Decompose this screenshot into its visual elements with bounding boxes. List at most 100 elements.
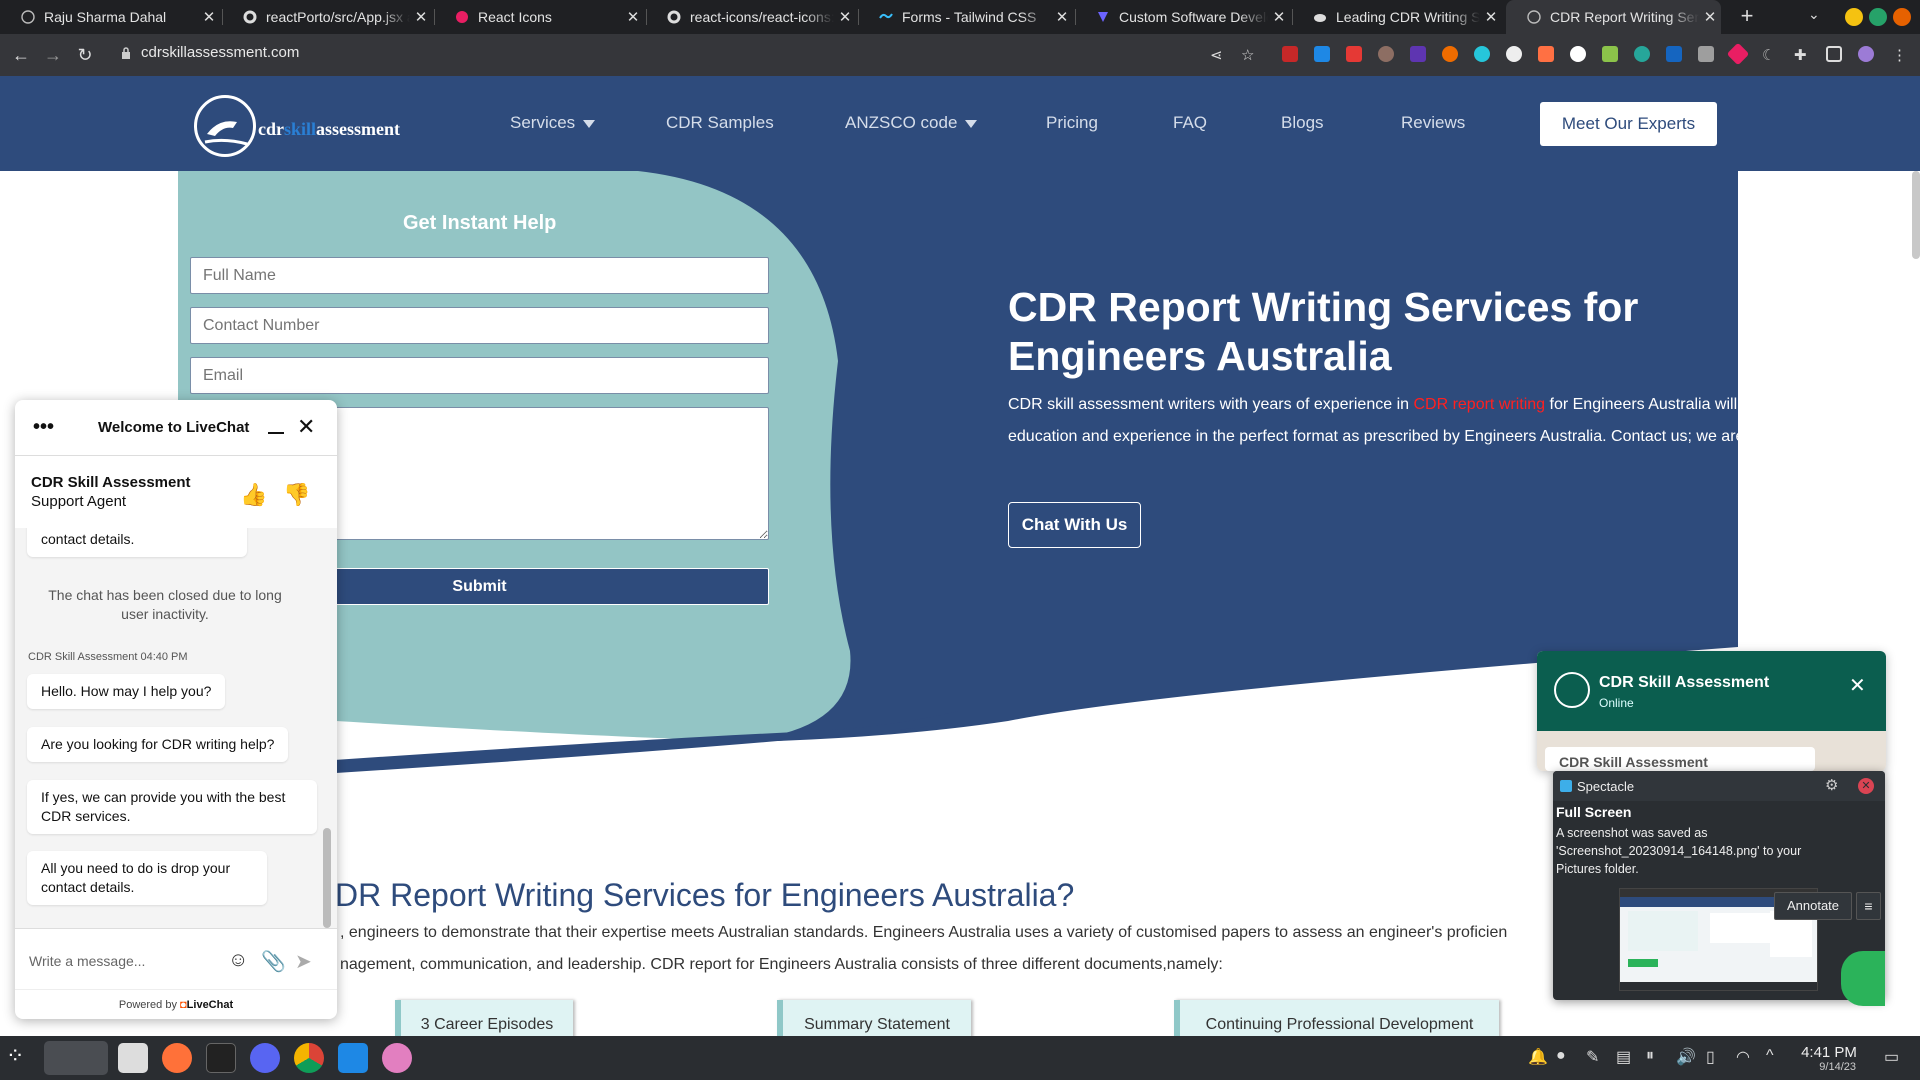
email-input[interactable] xyxy=(190,357,769,394)
media-icon[interactable]: ⏸ xyxy=(1646,1047,1654,1065)
page-scrollbar[interactable] xyxy=(1912,171,1920,259)
extension-icon[interactable] xyxy=(1314,46,1330,62)
extensions-puzzle-icon[interactable]: ✚ xyxy=(1794,46,1810,64)
nav-faq[interactable]: FAQ xyxy=(1173,113,1207,133)
discord-tray-icon[interactable]: ● xyxy=(1556,1047,1566,1065)
browser-menu-icon[interactable]: ⋮ xyxy=(1892,46,1908,64)
vscode-icon[interactable] xyxy=(338,1043,368,1073)
emoji-icon[interactable]: ☺ xyxy=(228,949,248,972)
discord-icon[interactable] xyxy=(250,1043,280,1073)
thumbs-down-icon[interactable]: 👎 xyxy=(283,482,310,508)
extension-icon[interactable] xyxy=(1410,46,1426,62)
reload-icon[interactable]: ↻ xyxy=(72,42,98,68)
new-tab-button[interactable]: + xyxy=(1733,3,1761,29)
chat-app-icon[interactable] xyxy=(382,1043,412,1073)
nav-services[interactable]: Services xyxy=(510,113,596,133)
close-icon[interactable]: ✕ xyxy=(297,414,315,440)
back-arrow-icon[interactable]: ← xyxy=(8,42,34,68)
site-logo-emblem[interactable] xyxy=(194,95,256,157)
tab-cdr-report-writing-active[interactable]: CDR Report Writing Serv ✕ xyxy=(1506,0,1721,34)
minimize-icon[interactable] xyxy=(268,432,284,434)
clock-date[interactable]: 9/14/23 xyxy=(1796,1061,1856,1073)
tab-tailwind-forms[interactable]: Forms - Tailwind CSS ✕ xyxy=(858,0,1073,34)
thumbs-up-icon[interactable]: 👍 xyxy=(240,482,267,508)
site-logo-text[interactable]: cdrskillassessment xyxy=(258,119,400,140)
tray-expand-chevron-icon[interactable]: ^ xyxy=(1766,1047,1774,1065)
battery-icon[interactable]: ▯ xyxy=(1706,1047,1715,1067)
notifications-icon[interactable]: 🔔 xyxy=(1528,1047,1548,1067)
tab-leading-cdr[interactable]: Leading CDR Writing Ser ✕ xyxy=(1292,0,1502,34)
chrome-icon[interactable] xyxy=(294,1043,324,1073)
tab-close-icon[interactable]: ✕ xyxy=(1051,8,1073,26)
show-desktop-icon[interactable]: ▭ xyxy=(1884,1047,1899,1067)
message-input[interactable]: Write a message... xyxy=(29,953,145,969)
close-icon[interactable]: ✕ xyxy=(1849,673,1866,698)
maximize-window-button[interactable] xyxy=(1869,8,1887,26)
youtube-extension-icon[interactable] xyxy=(1346,46,1362,62)
virtual-desktop-pager[interactable] xyxy=(44,1041,108,1075)
cdr-report-writing-link[interactable]: CDR report writing xyxy=(1413,396,1545,413)
terminal-icon[interactable] xyxy=(206,1043,236,1073)
dark-mode-moon-icon[interactable]: ☾ xyxy=(1762,46,1778,64)
tab-close-icon[interactable]: ✕ xyxy=(834,8,856,26)
full-name-input[interactable] xyxy=(190,257,769,294)
share-icon[interactable]: ⋖ xyxy=(1210,46,1226,64)
livechat-brand[interactable]: LiveChat xyxy=(187,999,233,1011)
nav-reviews[interactable]: Reviews xyxy=(1401,113,1465,133)
extension-icon[interactable] xyxy=(1634,46,1650,62)
tab-custom-software[interactable]: Custom Software Develo ✕ xyxy=(1075,0,1290,34)
clipboard-icon[interactable]: ▤ xyxy=(1616,1047,1631,1067)
tab-close-icon[interactable]: ✕ xyxy=(1268,8,1290,26)
tab-search-chevron-icon[interactable]: ⌄ xyxy=(1808,6,1820,23)
whatsapp-floating-button[interactable] xyxy=(1841,951,1885,1006)
extension-icon[interactable] xyxy=(1570,46,1586,62)
firefox-icon[interactable] xyxy=(162,1043,192,1073)
react-devtools-icon[interactable] xyxy=(1474,46,1490,62)
app-launcher-icon[interactable]: ⁘ xyxy=(6,1043,36,1073)
meet-our-experts-button[interactable]: Meet Our Experts xyxy=(1540,102,1717,146)
chat-with-us-button[interactable]: Chat With Us xyxy=(1008,502,1141,548)
extension-icon[interactable] xyxy=(1666,46,1682,62)
pen-tray-icon[interactable]: ✎ xyxy=(1586,1047,1599,1067)
tab-close-icon[interactable]: ✕ xyxy=(622,8,644,26)
extension-icon[interactable] xyxy=(1602,46,1618,62)
file-manager-icon[interactable] xyxy=(118,1043,148,1073)
tab-close-icon[interactable]: ✕ xyxy=(410,8,432,26)
send-icon[interactable]: ➤ xyxy=(295,949,312,974)
clock-time[interactable]: 4:41 PM xyxy=(1796,1044,1862,1061)
tab-github-app-jsx[interactable]: reactPorto/src/App.jsx at ✕ xyxy=(222,0,432,34)
nav-blogs[interactable]: Blogs xyxy=(1281,113,1324,133)
nav-anzsco-code[interactable]: ANZSCO code xyxy=(845,113,978,133)
profile-avatar[interactable] xyxy=(1858,46,1874,62)
tab-raju-sharma-dahal[interactable]: Raju Sharma Dahal ✕ xyxy=(0,0,220,34)
annotate-button[interactable]: Annotate xyxy=(1774,892,1852,920)
tab-close-icon[interactable]: ✕ xyxy=(198,8,220,26)
tab-close-icon[interactable]: ✕ xyxy=(1699,8,1721,26)
attachment-icon[interactable]: 📎 xyxy=(261,949,286,974)
contact-number-input[interactable] xyxy=(190,307,769,344)
extension-icon[interactable] xyxy=(1378,46,1394,62)
tab-react-icons[interactable]: React Icons ✕ xyxy=(434,0,644,34)
camera-extension-icon[interactable] xyxy=(1698,46,1714,62)
chat-scrollbar[interactable] xyxy=(323,828,331,928)
address-bar[interactable]: cdrskillassessment.com xyxy=(141,44,299,61)
more-menu-icon[interactable]: ≡ xyxy=(1856,892,1881,920)
extension-icon[interactable] xyxy=(1538,46,1554,62)
minimize-window-button[interactable] xyxy=(1845,8,1863,26)
ublock-extension-icon[interactable] xyxy=(1282,46,1298,62)
nav-pricing[interactable]: Pricing xyxy=(1046,113,1098,133)
side-panel-icon[interactable] xyxy=(1826,46,1842,62)
nav-cdr-samples[interactable]: CDR Samples xyxy=(666,113,774,133)
wifi-icon[interactable]: ◠ xyxy=(1736,1047,1750,1067)
close-window-button[interactable] xyxy=(1893,8,1911,26)
close-icon[interactable]: ✕ xyxy=(1858,778,1874,794)
configure-icon[interactable]: ⚙ xyxy=(1825,776,1838,794)
cookie-extension-icon[interactable] xyxy=(1442,46,1458,62)
volume-icon[interactable]: 🔊 xyxy=(1676,1047,1696,1067)
forward-arrow-icon[interactable]: → xyxy=(40,42,66,68)
tab-react-icons-github[interactable]: react-icons/react-icons: s ✕ xyxy=(646,0,856,34)
more-options-icon[interactable]: ••• xyxy=(33,416,54,439)
bookmark-star-icon[interactable]: ☆ xyxy=(1241,46,1257,64)
extension-icon[interactable] xyxy=(1506,46,1522,62)
tab-close-icon[interactable]: ✕ xyxy=(1480,8,1502,26)
